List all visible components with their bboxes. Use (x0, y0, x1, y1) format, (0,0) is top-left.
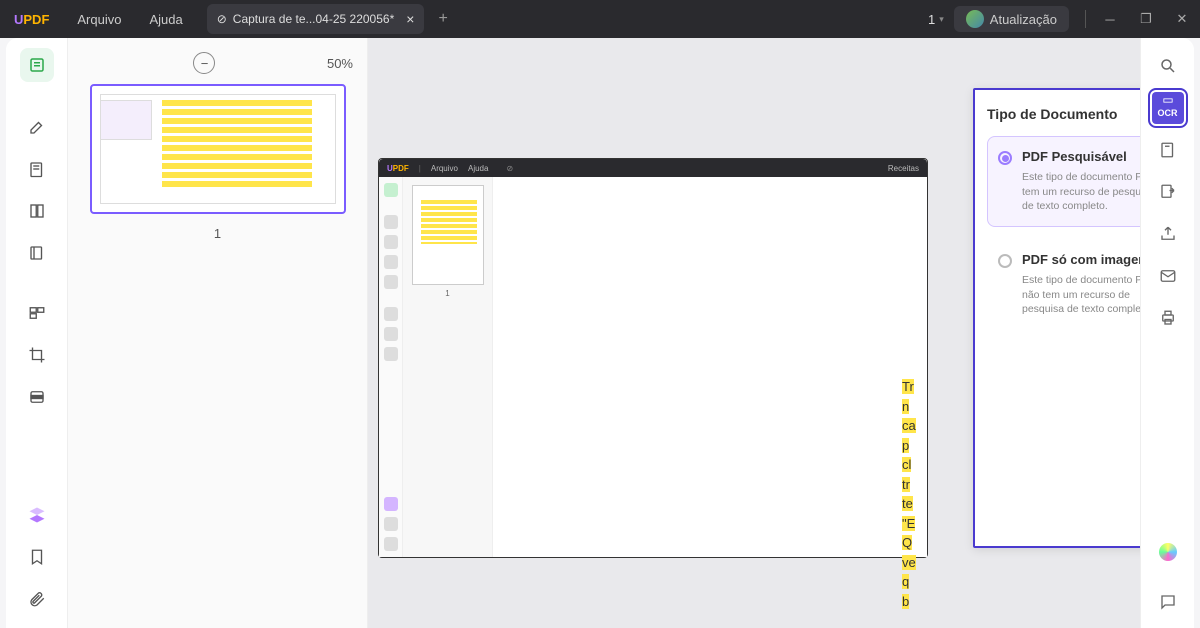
canvas-area[interactable]: UPDF | Arquivo Ajuda ⊘ Receitas (368, 38, 1140, 628)
page-thumbnail[interactable] (90, 84, 346, 214)
right-toolbar: OCR (1140, 38, 1194, 628)
email-icon[interactable] (1152, 260, 1184, 292)
page-tool-icon[interactable] (20, 194, 54, 228)
ocr-button[interactable]: OCR (1152, 92, 1184, 124)
option-image-only-pdf[interactable]: PDF só com imagem Este tipo de documento… (987, 239, 1140, 330)
ocr-dialog: Tipo de Documento PDF Pesquisável Este t… (973, 88, 1140, 548)
share-icon[interactable] (1152, 218, 1184, 250)
save-icon[interactable] (1152, 134, 1184, 166)
workspace: − 50% 1 UPDF | Arquivo Ajuda ⊘ Receitas (6, 38, 1194, 628)
close-icon[interactable]: × (406, 11, 414, 27)
left-toolbar (6, 38, 68, 628)
avatar (966, 10, 984, 28)
zoom-level: 50% (327, 56, 353, 71)
minimize-button[interactable]: ─ (1092, 12, 1128, 27)
thumbnail-panel: − 50% 1 (68, 38, 368, 628)
radio-image-only[interactable] (998, 254, 1012, 268)
document-tab[interactable]: ⊘ Captura de te...04-25 220056* × (207, 4, 425, 34)
comment-tool-icon[interactable] (20, 152, 54, 186)
close-window-button[interactable]: ✕ (1164, 11, 1200, 27)
mini-reader-icon (384, 183, 398, 197)
tab-title: Captura de te...04-25 220056* (233, 12, 394, 26)
edit-tool-icon[interactable] (20, 110, 54, 144)
print-icon[interactable] (1152, 302, 1184, 334)
bookmark-icon[interactable] (20, 540, 54, 574)
chat-icon[interactable] (1152, 586, 1184, 618)
app-logo: UPDF (0, 12, 63, 27)
redact-tool-icon[interactable] (20, 380, 54, 414)
export-icon[interactable] (1152, 176, 1184, 208)
document-preview: UPDF | Arquivo Ajuda ⊘ Receitas (378, 158, 928, 558)
tab-doc-icon: ⊘ (217, 12, 227, 26)
dialog-title: Tipo de Documento (987, 106, 1140, 122)
layers-icon[interactable] (20, 498, 54, 532)
search-icon[interactable] (1152, 50, 1184, 82)
radio-searchable[interactable] (998, 151, 1012, 165)
add-tab-button[interactable]: + (438, 10, 447, 28)
maximize-button[interactable]: ❐ (1128, 11, 1164, 27)
attachment-icon[interactable] (20, 582, 54, 616)
organize-tool-icon[interactable] (20, 296, 54, 330)
titlebar: UPDF Arquivo Ajuda ⊘ Captura de te...04-… (0, 0, 1200, 38)
menu-file[interactable]: Arquivo (63, 12, 135, 27)
reader-mode-icon[interactable] (20, 48, 54, 82)
option-searchable-pdf[interactable]: PDF Pesquisável Este tipo de documento P… (987, 136, 1140, 227)
form-tool-icon[interactable] (20, 236, 54, 270)
thumbnail-page-number: 1 (214, 226, 221, 241)
menu-help[interactable]: Ajuda (135, 12, 196, 27)
crop-tool-icon[interactable] (20, 338, 54, 372)
ai-assistant-icon[interactable] (1152, 536, 1184, 568)
page-indicator[interactable]: 1▾ (928, 12, 944, 27)
zoom-out-icon[interactable]: − (193, 52, 215, 74)
update-badge[interactable]: Atualização (954, 6, 1069, 32)
